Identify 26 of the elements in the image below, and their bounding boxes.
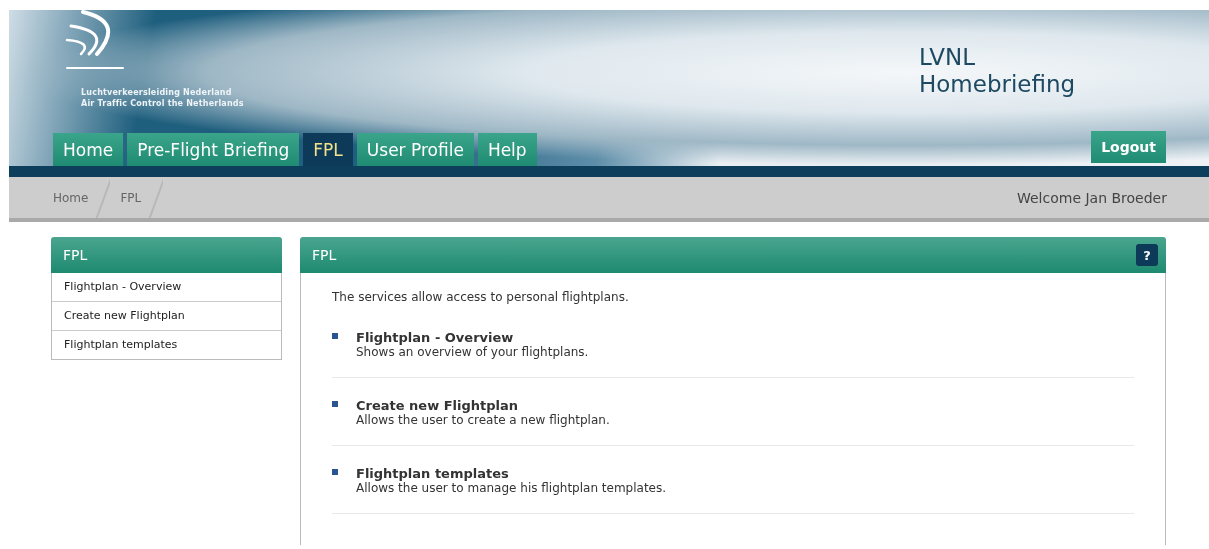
- service-description: Shows an overview of your flightplans.: [356, 345, 589, 359]
- breadcrumb-link[interactable]: Home: [53, 177, 111, 218]
- bullet-icon: [332, 333, 338, 339]
- logo-caption: Air Traffic Control the Netherlands: [81, 99, 244, 108]
- bullet-icon: [332, 401, 338, 407]
- service-description: Allows the user to manage his flightplan templates.: [356, 481, 667, 495]
- nav-tab[interactable]: Help: [477, 133, 537, 166]
- service-link[interactable]: Flightplan - Overview: [356, 330, 589, 345]
- panel-title: FPL: [312, 247, 337, 263]
- welcome-text: Welcome Jan Broeder: [1017, 189, 1167, 206]
- service-link[interactable]: Create new Flightplan: [356, 398, 610, 413]
- nav-tab[interactable]: User Profile: [356, 133, 474, 166]
- nav-tab[interactable]: FPL: [303, 133, 353, 166]
- logout-button[interactable]: Logout: [1091, 131, 1166, 163]
- help-button[interactable]: ?: [1136, 244, 1158, 266]
- bullet-icon: [332, 469, 338, 475]
- site-title: LVNL: [919, 44, 977, 71]
- logo-caption: Luchtverkeersleiding Nederland: [81, 88, 233, 97]
- intro-text: The services allow access to personal flightplans.: [332, 290, 630, 304]
- sidebar-title: FPL: [63, 247, 88, 263]
- breadcrumb-link[interactable]: FPL: [120, 177, 164, 218]
- service-link[interactable]: Flightplan templates: [356, 466, 667, 481]
- nav-tab[interactable]: Home: [53, 133, 124, 166]
- nav-tab[interactable]: Pre-Flight Briefing: [127, 133, 300, 166]
- site-title: Homebriefing: [919, 71, 1077, 98]
- service-description: Allows the user to create a new flightplan.: [356, 413, 610, 427]
